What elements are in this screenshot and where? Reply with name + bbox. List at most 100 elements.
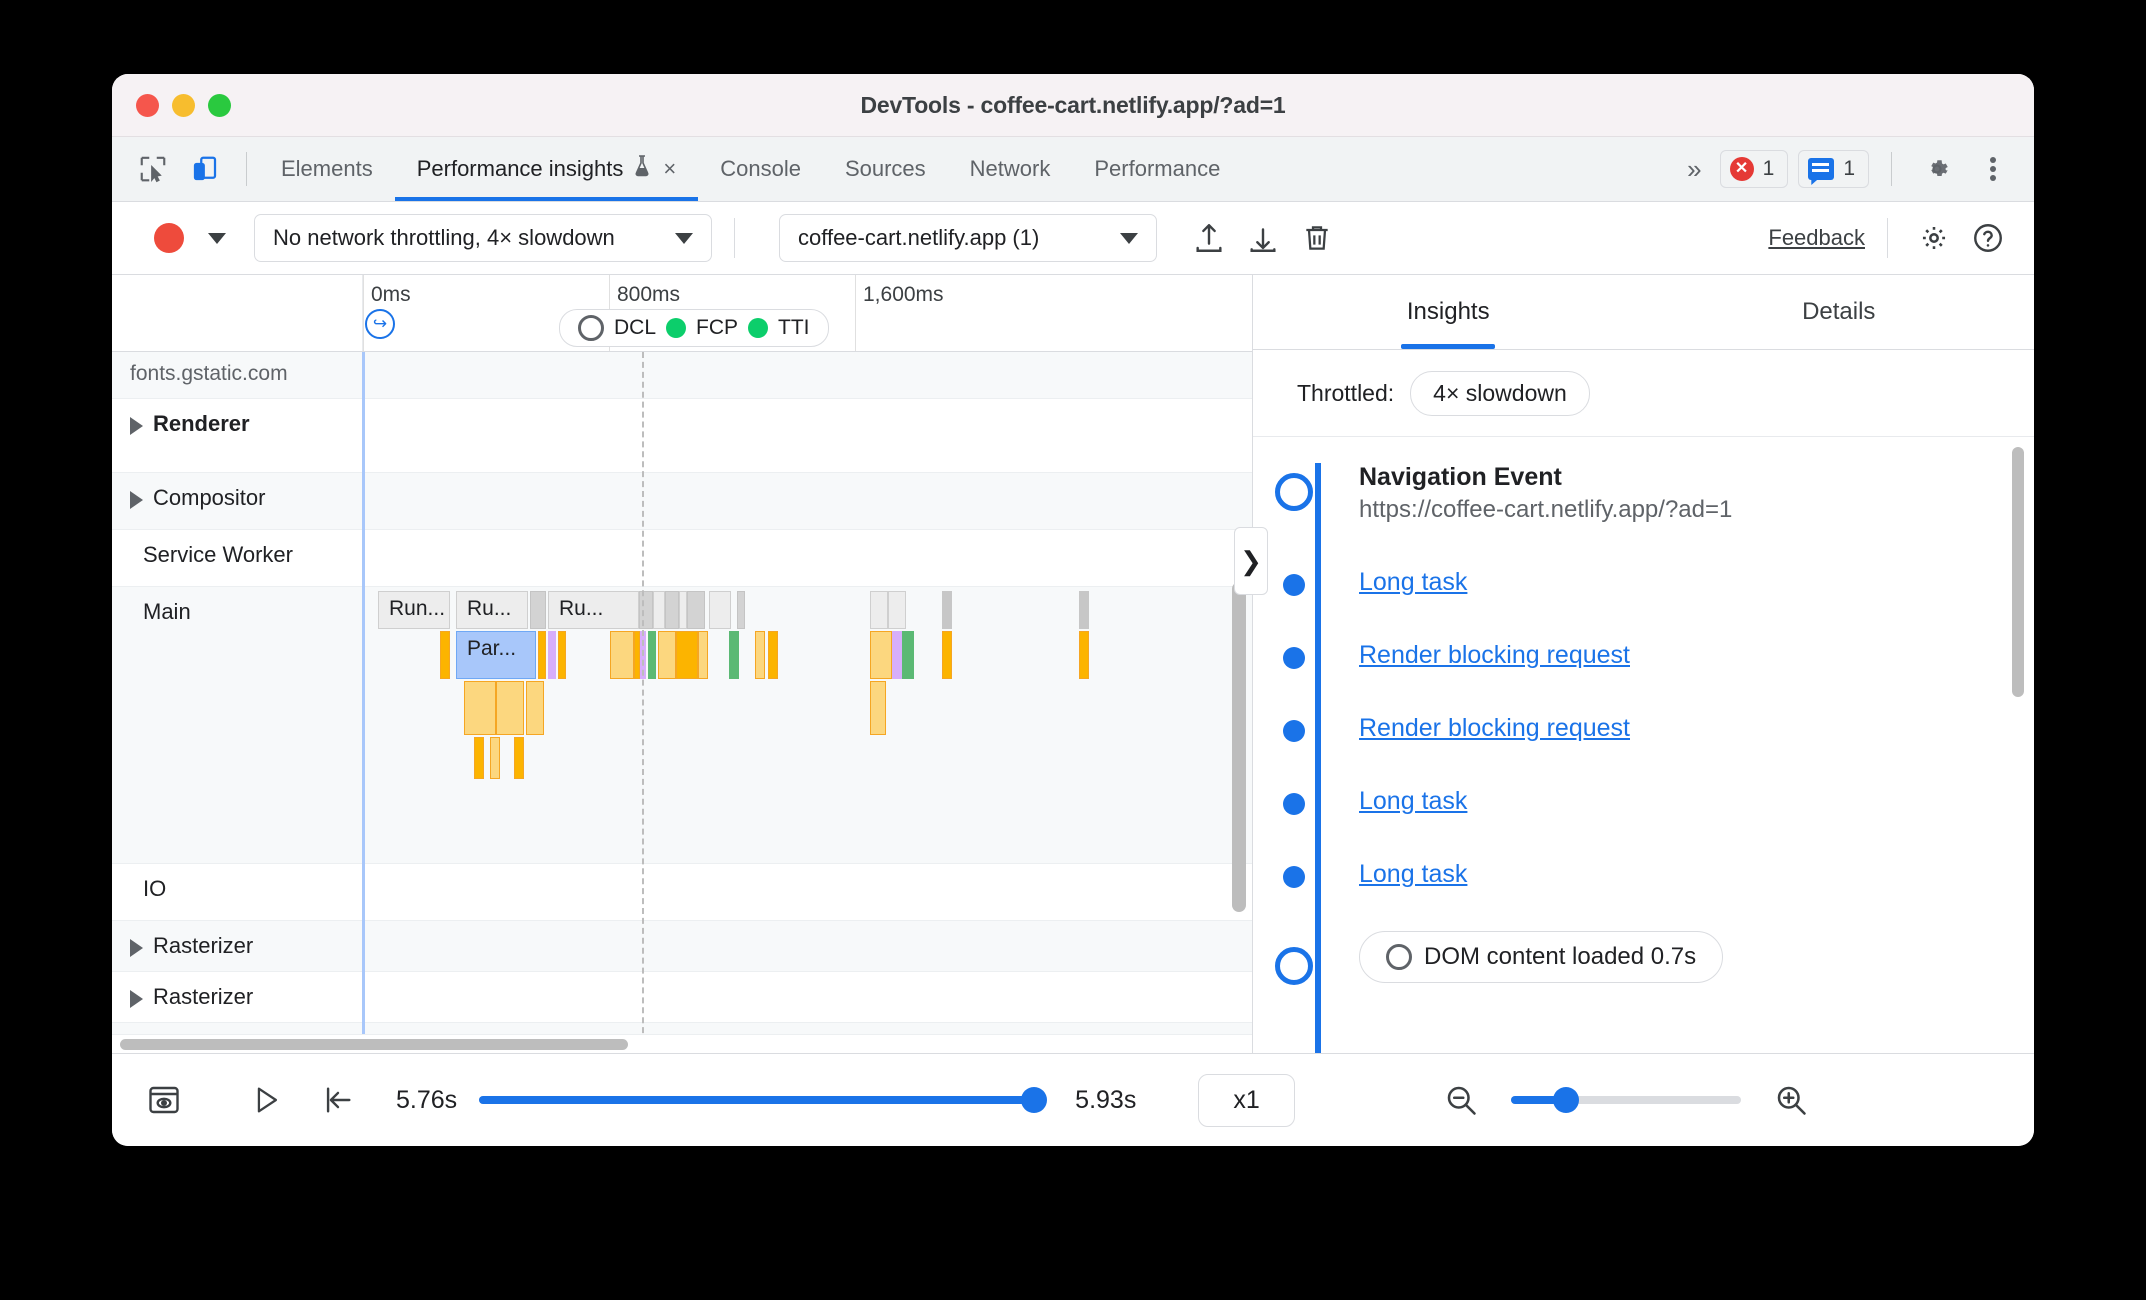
- flame-block-script[interactable]: [1079, 631, 1089, 679]
- device-toolbar-icon[interactable]: [182, 146, 228, 192]
- flame-block-task[interactable]: [870, 591, 888, 629]
- timing-markers-pill[interactable]: DCL FCP TTI: [559, 309, 829, 347]
- feedback-link[interactable]: Feedback: [1768, 225, 1865, 251]
- gear-icon[interactable]: [1910, 214, 1958, 262]
- insight-link[interactable]: Long task: [1359, 787, 1467, 815]
- flame-block-task[interactable]: [679, 591, 687, 629]
- flame-block-task[interactable]: [687, 591, 705, 629]
- track-row[interactable]: Service Worker: [112, 530, 1252, 587]
- main-flame-chart[interactable]: Run... Ru... Ru... Par...: [362, 587, 1252, 863]
- slider-knob[interactable]: [1552, 1087, 1579, 1113]
- flame-block-task[interactable]: Ru...: [456, 591, 528, 629]
- track-row[interactable]: Compositor: [112, 473, 1252, 530]
- record-options-caret-icon[interactable]: [208, 232, 226, 244]
- network-throttling-select[interactable]: No network throttling, 4× slowdown: [254, 214, 712, 262]
- flame-block-script[interactable]: [610, 631, 634, 679]
- tab-details[interactable]: Details: [1644, 275, 2035, 349]
- horizontal-scrollbar-thumb[interactable]: [120, 1039, 628, 1050]
- flame-block-script[interactable]: [768, 631, 778, 679]
- tracks-container[interactable]: fonts.gstatic.com Renderer Compositor Se…: [112, 352, 1252, 1053]
- track-row[interactable]: IO: [112, 864, 1252, 921]
- upload-icon[interactable]: [1185, 214, 1233, 262]
- insight-link[interactable]: Long task: [1359, 860, 1467, 888]
- tab-network[interactable]: Network: [948, 137, 1073, 201]
- tab-performance-insights[interactable]: Performance insights ×: [394, 137, 699, 201]
- flame-block-task[interactable]: [888, 591, 906, 629]
- expand-triangle-icon[interactable]: [130, 491, 143, 509]
- flame-block-parse[interactable]: Par...: [456, 631, 536, 679]
- flame-block-script[interactable]: [538, 631, 546, 679]
- help-icon[interactable]: [1964, 214, 2012, 262]
- flame-block-script[interactable]: [514, 737, 524, 779]
- flame-block-task[interactable]: [530, 591, 546, 629]
- insight-long-task[interactable]: Long task: [1283, 787, 2034, 816]
- trash-icon[interactable]: [1293, 214, 1341, 262]
- insights-scrollbar[interactable]: [2012, 447, 2024, 697]
- flame-block-script[interactable]: [526, 681, 544, 735]
- flame-block-script[interactable]: [870, 681, 886, 735]
- window-controls[interactable]: [136, 94, 231, 117]
- insight-render-blocking-request[interactable]: Render blocking request: [1283, 714, 2034, 743]
- flame-block-script[interactable]: [464, 681, 496, 735]
- insights-list[interactable]: Navigation Event https://coffee-cart.net…: [1253, 437, 2034, 1053]
- flame-block-script[interactable]: [490, 737, 500, 779]
- flame-block-task[interactable]: [737, 591, 745, 629]
- flame-block-painting[interactable]: [729, 631, 739, 679]
- flame-block-script[interactable]: [676, 631, 698, 679]
- time-range-slider[interactable]: [479, 1087, 1047, 1113]
- error-count-badge[interactable]: ✕ 1: [1719, 150, 1789, 188]
- flame-block-script[interactable]: [440, 631, 450, 679]
- insight-link[interactable]: Long task: [1359, 568, 1467, 596]
- insight-long-task[interactable]: Long task: [1283, 568, 2034, 597]
- tab-insights[interactable]: Insights: [1253, 275, 1644, 349]
- insight-navigation-event[interactable]: Navigation Event https://coffee-cart.net…: [1275, 463, 2034, 524]
- flame-block-task[interactable]: [942, 591, 952, 629]
- flame-chart-blocks[interactable]: Run... Ru... Ru... Par...: [362, 587, 1252, 863]
- flame-block-task[interactable]: [1079, 591, 1089, 629]
- record-button[interactable]: [154, 223, 184, 253]
- track-row[interactable]: Rasterizer: [112, 921, 1252, 972]
- zoom-in-icon[interactable]: [1765, 1074, 1817, 1126]
- flame-block-script[interactable]: [698, 631, 708, 679]
- navigation-marker-icon[interactable]: ↪: [365, 309, 395, 339]
- gear-icon[interactable]: [1914, 146, 1960, 192]
- filmstrip-icon[interactable]: [138, 1074, 190, 1126]
- slider-knob[interactable]: [1020, 1087, 1047, 1113]
- expand-triangle-icon[interactable]: [130, 939, 143, 957]
- flame-block-script[interactable]: [496, 681, 524, 735]
- playback-speed-button[interactable]: x1: [1198, 1073, 1295, 1127]
- insight-long-task[interactable]: Long task: [1283, 860, 2034, 889]
- flame-block-painting[interactable]: [902, 631, 914, 679]
- tab-console[interactable]: Console: [698, 137, 823, 201]
- track-row[interactable]: Renderer: [112, 399, 1252, 473]
- insight-link[interactable]: Render blocking request: [1359, 714, 1630, 742]
- flame-block-script[interactable]: [755, 631, 765, 679]
- horizontal-scrollbar[interactable]: [112, 1034, 1252, 1053]
- insight-render-blocking-request[interactable]: Render blocking request: [1283, 641, 2034, 670]
- flame-block-task[interactable]: [665, 591, 679, 629]
- flame-block-rendering[interactable]: [548, 631, 556, 679]
- tab-sources[interactable]: Sources: [823, 137, 948, 201]
- minimize-window-button[interactable]: [172, 94, 195, 117]
- tab-performance[interactable]: Performance: [1072, 137, 1242, 201]
- zoom-out-icon[interactable]: [1435, 1074, 1487, 1126]
- dom-content-loaded-chip[interactable]: DOM content loaded 0.7s: [1359, 931, 1724, 983]
- flame-block-script[interactable]: [658, 631, 676, 679]
- track-row-main[interactable]: Main Run... Ru... Ru... Par...: [112, 587, 1252, 864]
- maximize-window-button[interactable]: [208, 94, 231, 117]
- page-select[interactable]: coffee-cart.netlify.app (1): [779, 214, 1157, 262]
- tab-elements[interactable]: Elements: [259, 137, 395, 201]
- insight-dom-content-loaded[interactable]: DOM content loaded 0.7s: [1275, 931, 2034, 985]
- vertical-scrollbar[interactable]: [1232, 582, 1246, 912]
- insight-link[interactable]: Render blocking request: [1359, 641, 1630, 669]
- expand-triangle-icon[interactable]: [130, 990, 143, 1008]
- flame-block-rendering[interactable]: [892, 631, 902, 679]
- flame-block-task[interactable]: Run...: [378, 591, 450, 629]
- playhead[interactable]: [362, 352, 365, 1053]
- track-row[interactable]: Rasterizer: [112, 972, 1252, 1023]
- close-window-button[interactable]: [136, 94, 159, 117]
- flame-block-script[interactable]: [942, 631, 952, 679]
- expand-triangle-icon[interactable]: [130, 417, 143, 435]
- flame-block-task[interactable]: Ru...: [548, 591, 639, 629]
- download-icon[interactable]: [1239, 214, 1287, 262]
